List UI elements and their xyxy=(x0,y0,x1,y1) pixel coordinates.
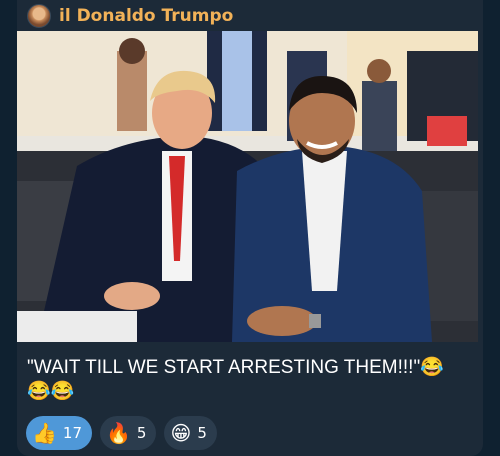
grinning-face-icon: 😁 xyxy=(170,421,192,445)
thumbs-up-icon: 👍 xyxy=(32,421,57,445)
reaction-bar: 👍 17 🔥 5 😁 5 xyxy=(26,416,217,450)
sender-avatar[interactable] xyxy=(27,4,51,28)
message-header: il Donaldo Trumpo xyxy=(27,3,233,29)
reaction-grin[interactable]: 😁 5 xyxy=(164,416,217,450)
message-caption: "WAIT TILL WE START ARRESTING THEM!!!"😂😂… xyxy=(27,357,444,402)
message-photo[interactable] xyxy=(17,31,478,342)
reaction-thumbs-up[interactable]: 👍 17 xyxy=(26,416,92,450)
fire-icon: 🔥 xyxy=(106,421,131,445)
photo-illustration xyxy=(17,31,478,342)
reaction-count: 5 xyxy=(136,424,147,442)
sender-name[interactable]: il Donaldo Trumpo xyxy=(59,6,233,26)
reaction-fire[interactable]: 🔥 5 xyxy=(100,416,157,450)
reaction-count: 17 xyxy=(62,424,82,442)
reaction-count: 5 xyxy=(197,424,207,442)
